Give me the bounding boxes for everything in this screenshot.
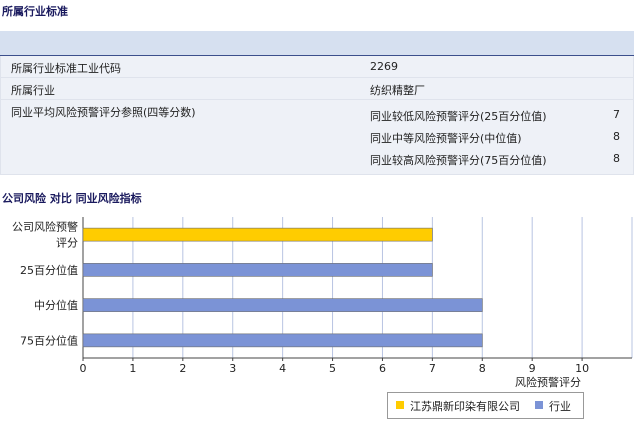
chart-legend: 江苏鼎新印染有限公司 行业: [387, 392, 584, 419]
x-tick-label: 7: [429, 362, 436, 375]
x-tick-label: 5: [329, 362, 336, 375]
legend-label-company: 江苏鼎新印染有限公司: [410, 400, 520, 413]
row-label-peer-average: 同业平均风险预警评分参照(四等分数): [11, 106, 196, 119]
x-tick-label: 9: [529, 362, 536, 375]
table-row: 同业平均风险预警评分参照(四等分数) 同业较低风险预警评分(25百分位值) 7 …: [1, 100, 633, 175]
x-tick-label: 8: [479, 362, 486, 375]
section-title-risk-compare: 公司风险 对比 同业风险指标: [2, 192, 142, 205]
bar-3: [82, 333, 483, 348]
x-tick-label: 2: [179, 362, 186, 375]
row-label-industry: 所属行业: [11, 84, 55, 97]
row-label-industry-code: 所属行业标准工业代码: [11, 62, 121, 75]
y-category-label: 公司风险预警: [12, 220, 78, 234]
peer-low-value: 7: [613, 108, 620, 121]
header-band: [0, 31, 634, 56]
x-tick-label: 0: [80, 362, 87, 375]
table-row: 所属行业 纺织精整厂: [1, 78, 633, 100]
x-tick-label: 10: [575, 362, 589, 375]
legend-label-industry: 行业: [549, 400, 571, 413]
section-title-industry: 所属行业标准: [2, 5, 68, 18]
bar-1: [82, 263, 433, 277]
row-value-industry-code: 2269: [370, 60, 398, 73]
table-row: 所属行业标准工业代码 2269: [1, 56, 633, 78]
y-category-label: 中分位值: [34, 298, 78, 312]
x-tick-label: 1: [129, 362, 136, 375]
risk-bar-chart: 0 1 2 3 4 5 6 7 8 9 10风险预警评分 公司风险预警评分 25百分位值中分位值 75百分…: [12, 217, 633, 389]
x-axis-title: 风险预警评分: [515, 375, 581, 389]
x-tick-label: 4: [279, 362, 286, 375]
legend-swatch-company: [396, 401, 404, 409]
x-tick-label: 3: [229, 362, 236, 375]
row-value-industry: 纺织精整厂: [370, 84, 425, 97]
y-category-label: 75百分位值: [20, 333, 78, 347]
y-category-label: 评分: [56, 237, 78, 250]
bar-0: [82, 227, 433, 242]
industry-info-table: 所属行业标准工业代码 2269 所属行业 纺织精整厂 同业平均风险预警评分参照(…: [0, 56, 634, 175]
peer-high-label: 同业较高风险预警评分(75百分位值): [370, 154, 547, 167]
bar-2: [82, 298, 483, 312]
legend-swatch-industry: [535, 401, 543, 409]
peer-mid-value: 8: [613, 130, 620, 143]
y-category-label: 25百分位值: [20, 263, 78, 277]
peer-mid-label: 同业中等风险预警评分(中位值): [370, 132, 522, 145]
peer-low-label: 同业较低风险预警评分(25百分位值): [370, 110, 547, 123]
x-tick-label: 6: [379, 362, 386, 375]
peer-high-value: 8: [613, 152, 620, 165]
